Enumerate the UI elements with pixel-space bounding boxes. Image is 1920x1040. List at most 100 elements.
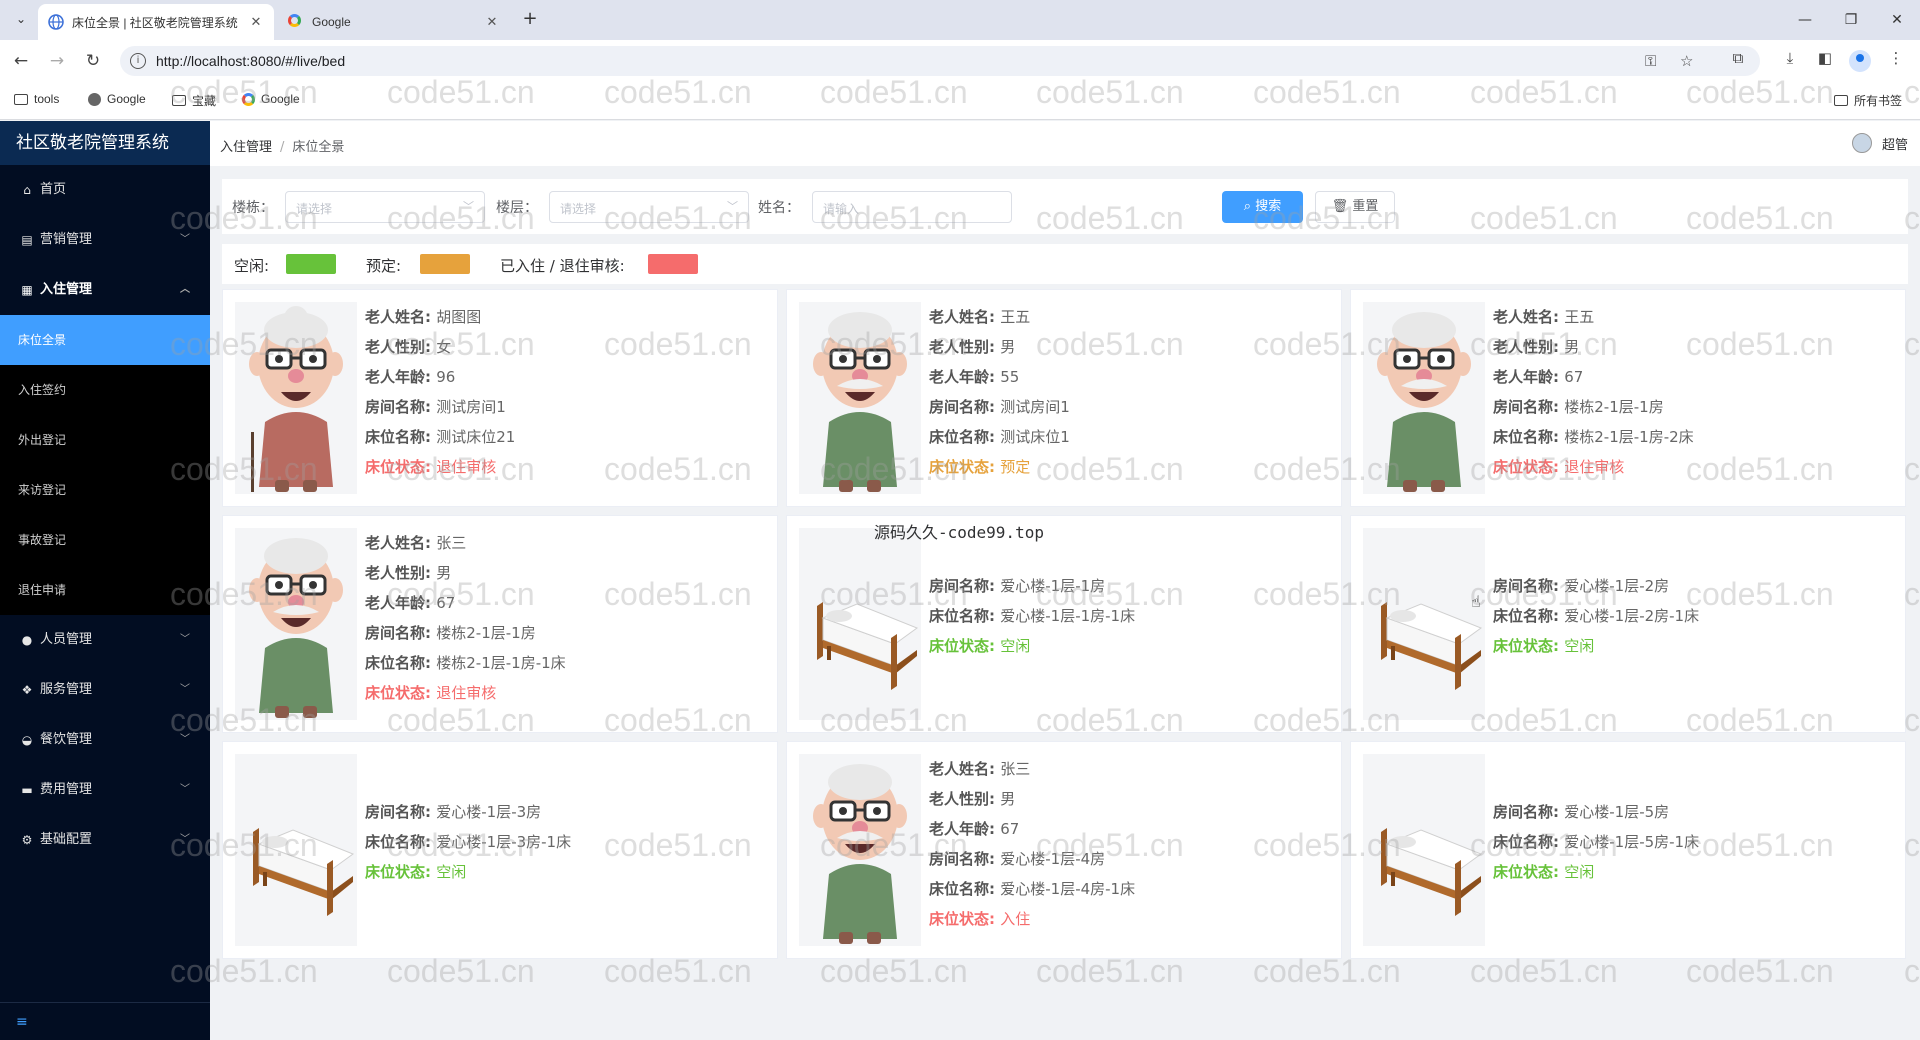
bed-field-name: 老人姓名: 王五 [1493,302,1694,332]
bed-card[interactable]: 房间名称: 爱心楼-1层-2房 床位名称: 爱心楼-1层-2房-1床 床位状态: 空… [1350,515,1906,733]
key-icon[interactable]: ⚿ [1645,52,1656,70]
bed-card[interactable]: 老人姓名: 胡图图 老人性别: 女老人年龄: 96 房间名称: 测试房间1 床位名称:… [222,289,778,507]
sidebar-item-checkout[interactable]: 退住申请 [0,565,210,615]
download-icon[interactable]: ⤓ [1778,49,1802,67]
browser-tab-google[interactable]: Google ✕ [278,4,510,40]
field-value: 男 [1564,338,1580,356]
bed-info: 房间名称: 爱心楼-1层-3房 床位名称: 爱心楼-1层-3房-1床 床位状态: 空… [365,797,571,887]
star-icon[interactable]: ☆ [1680,52,1693,70]
bed-card[interactable]: 老人姓名: 张三 老人性别: 男老人年龄: 67 房间名称: 楼栋2-1层-1房 床位… [222,515,778,733]
filter-bar: 楼栋： 请选择 ﹀ 楼层： 请选择 ﹀ 姓名： 请输入 ⌕ 搜索 🗑 重置 [222,179,1908,234]
restore-icon[interactable]: ❐ [1836,8,1866,32]
field-value: 张三 [1000,760,1031,778]
top-header: 入住管理 / 床位全景 超管 [210,121,1920,166]
watermark-text: code51.cn [1904,952,1920,989]
bed-info: 老人姓名: 张三 老人性别: 男老人年龄: 67 房间名称: 爱心楼-1层-4房 床位… [929,754,1135,934]
sidebar-item-visit[interactable]: 来访登记 [0,465,210,515]
field-label: 房间名称: [929,850,1001,868]
url-box[interactable]: i http://localhost:8080/#/live/bed ⚿ ☆ [120,46,1760,76]
bed-field-gender: 老人性别: 男 [929,332,1070,362]
tab-search-icon[interactable]: ⌄ [10,8,32,30]
sidebar-item-checkin[interactable]: ▦ 入住管理 ︿ [0,265,210,315]
tab-title: Google [312,15,351,29]
field-value: 爱心楼-1层-1房 [1000,577,1106,595]
field-value: 爱心楼-1层-5房-1床 [1564,833,1700,851]
search-button[interactable]: ⌕ 搜索 [1222,191,1303,223]
name-input[interactable]: 请输入 [812,191,1012,223]
close-tab-icon[interactable]: ✕ [484,14,500,30]
watermark-text: code51.cn [1904,575,1920,612]
new-tab-icon[interactable]: + [518,8,542,32]
field-label: 床位状态: [929,458,1001,476]
building-select[interactable]: 请选择 ﹀ [285,191,485,223]
sidebar-item-config[interactable]: ⚙ 基础配置 ﹀ [0,815,210,865]
extensions-icon[interactable]: ⧉ [1726,49,1750,67]
bed-field-room: 房间名称: 爱心楼-1层-1房 [929,571,1135,601]
close-window-icon[interactable]: ✕ [1882,8,1912,32]
side-panel-icon[interactable]: ◧ [1813,49,1837,67]
bed-field-room: 房间名称: 楼栋2-1层-1房 [365,618,566,648]
field-value: 女 [436,338,452,356]
close-tab-icon[interactable]: ✕ [248,14,264,30]
watermark-text: code51.cn [1904,701,1920,738]
sidebar-item-home[interactable]: ⌂ 首页 [0,165,210,215]
source-watermark: 源码久久-code99.top [874,523,1044,542]
breadcrumb-parent[interactable]: 入住管理 [220,140,272,155]
profile-icon[interactable] [1849,50,1871,72]
browser-tab-bar: ⌄ 床位全景 | 社区敬老院管理系统 ✕ Google ✕ + — ❐ ✕ [0,0,1920,40]
menu-icon[interactable]: ⋮ [1884,49,1908,67]
sidebar-item-accident[interactable]: 事故登记 [0,515,210,565]
reset-button[interactable]: 🗑 重置 [1315,191,1395,223]
bed-field-name: 老人姓名: 张三 [365,528,566,558]
browser-tab-active[interactable]: 床位全景 | 社区敬老院管理系统 ✕ [38,4,274,40]
legend-free-label: 空闲: [234,257,270,275]
name-label: 姓名： [758,200,800,216]
bookmark-google-2[interactable]: Google [242,92,300,106]
bed-card[interactable]: 老人姓名: 王五 老人性别: 男老人年龄: 55 房间名称: 测试房间1 床位名称: … [786,289,1342,507]
floor-select[interactable]: 请选择 ﹀ [549,191,749,223]
elder-avatar [235,302,357,494]
field-value: 张三 [436,534,467,552]
bed-field-age: 老人年龄: 67 [1493,362,1694,392]
site-info-icon[interactable]: i [130,53,146,69]
minimize-icon[interactable]: — [1790,8,1820,32]
sidebar-item-staff[interactable]: ● 人员管理 ﹀ [0,615,210,665]
field-value: 爱心楼-1层-3房 [436,803,542,821]
chevron-down-icon: ﹀ [727,200,738,213]
bed-field-bed: 床位名称: 楼栋2-1层-1房-2床 [1493,422,1694,452]
field-label: 床位名称: [1493,833,1565,851]
elder-avatar [799,302,921,494]
field-value: 男 [1000,338,1016,356]
bookmark-tools[interactable]: tools [14,92,59,106]
forward-icon[interactable]: → [44,48,70,74]
field-label: 床位名称: [365,428,437,446]
all-bookmarks[interactable]: 所有书签 [1834,92,1902,109]
sidebar-item-outing[interactable]: 外出登记 [0,415,210,465]
back-icon[interactable]: ← [8,48,34,74]
field-label: 老人年龄: [365,368,437,386]
collapse-menu-icon[interactable]: ≡ [0,1002,210,1040]
bed-card[interactable]: 老人姓名: 张三 老人性别: 男老人年龄: 67 房间名称: 爱心楼-1层-4房 床位… [786,741,1342,959]
bookmark-google[interactable]: Google [88,92,146,106]
sidebar: 社区敬老院管理系统 ⌂ 首页 ▤ 营销管理 ﹀ ▦ 入住管理 ︿ 床位全景 入住… [0,121,210,1040]
bed-card[interactable]: 房间名称: 爱心楼-1层-5房 床位名称: 爱心楼-1层-5房-1床 床位状态: 空… [1350,741,1906,959]
field-value: 退住审核 [436,684,497,702]
field-value: 楼栋2-1层-1房 [1564,398,1664,416]
sidebar-item-marketing[interactable]: ▤ 营销管理 ﹀ [0,215,210,265]
sidebar-item-bed-overview[interactable]: 床位全景 [0,315,210,365]
sidebar-item-contract[interactable]: 入住签约 [0,365,210,415]
sidebar-item-service[interactable]: ❖ 服务管理 ﹀ [0,665,210,715]
bookmark-treasure[interactable]: 宝藏 [172,92,216,109]
reload-icon[interactable]: ↻ [80,48,106,74]
building-icon: ▦ [21,283,33,297]
bed-info: 房间名称: 爱心楼-1层-5房 床位名称: 爱心楼-1层-5房-1床 床位状态: 空… [1493,797,1699,887]
bed-card[interactable]: 房间名称: 爱心楼-1层-1房 床位名称: 爱心楼-1层-1房-1床 床位状态: 空… [786,515,1342,733]
user-menu[interactable]: 超管 [1851,133,1908,153]
bed-card[interactable]: 老人姓名: 王五 老人性别: 男老人年龄: 67 房间名称: 楼栋2-1层-1房 床位… [1350,289,1906,507]
sidebar-item-fees[interactable]: ▬ 费用管理 ﹀ [0,765,210,815]
bed-field-bed: 床位名称: 爱心楼-1层-5房-1床 [1493,827,1699,857]
field-label: 房间名称: [929,577,1001,595]
sidebar-item-food[interactable]: ◒ 餐饮管理 ﹀ [0,715,210,765]
field-label: 床位名称: [1493,428,1565,446]
bed-card[interactable]: 房间名称: 爱心楼-1层-3房 床位名称: 爱心楼-1层-3房-1床 床位状态: 空… [222,741,778,959]
